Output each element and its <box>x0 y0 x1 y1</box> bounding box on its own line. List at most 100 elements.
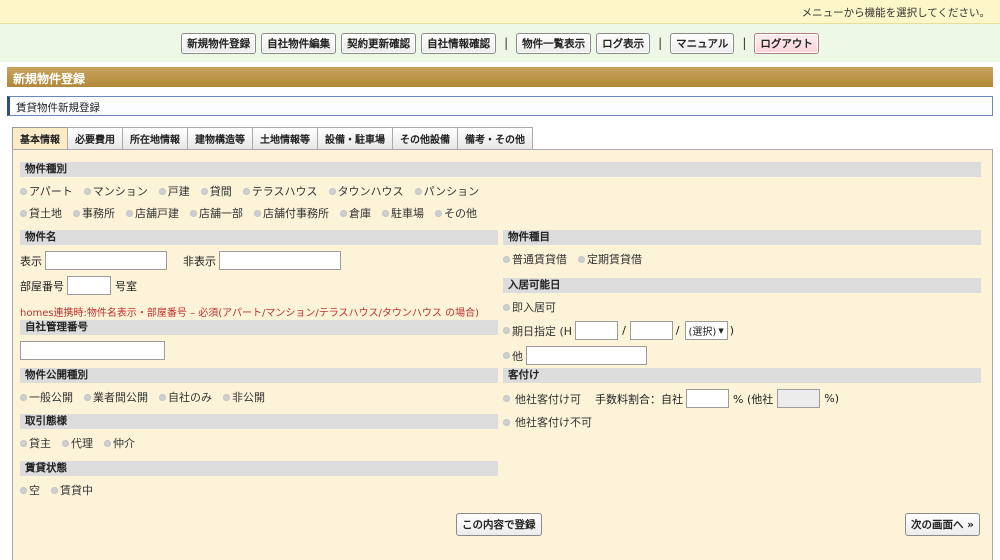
option-label: 業者間公開 <box>93 391 148 404</box>
logout-button[interactable]: ログアウト <box>754 32 819 54</box>
radio-public[interactable]: 一般公開 <box>20 389 73 405</box>
option-label: 事務所 <box>82 207 115 220</box>
date-separator: / <box>675 324 680 337</box>
register-button[interactable]: この内容で登録 <box>456 513 542 536</box>
radio-placement-allowed[interactable]: 他社客付け可 <box>503 391 581 407</box>
hidden-name-label: 非表示 <box>183 254 216 268</box>
tab-bar: 基本情報 必要費用 所在地情報 建物構造等 土地情報等 設備・駐車場 その他設備… <box>12 127 533 150</box>
rental-status-heading: 賃貸状態 <box>20 461 498 476</box>
display-name-label: 表示 <box>20 254 42 268</box>
tab-facilities-parking[interactable]: 設備・駐車場 <box>317 127 393 149</box>
radio-town-house[interactable]: タウンハウス <box>328 183 404 199</box>
radio-room-rental[interactable]: 貸間 <box>200 183 232 199</box>
radio-office[interactable]: 事務所 <box>73 205 115 221</box>
radio-vacant[interactable]: 空 <box>20 482 40 498</box>
move-in-group: 入居可能日 即入居可 期日指定 (H / / (選択) ▼ ) 他 <box>503 278 981 365</box>
hidden-name-input[interactable] <box>219 251 341 270</box>
tab-basic-info[interactable]: 基本情報 <box>12 127 68 150</box>
own-fee-input[interactable] <box>686 389 729 408</box>
radio-land[interactable]: 貸土地 <box>20 205 62 221</box>
radio-broker[interactable]: 仲介 <box>104 435 135 451</box>
property-type-group: 物件種別 アパート マンション 戸建 貸間 テラスハウス タウンハウス パンショ… <box>20 162 981 221</box>
option-label: 定期賃貸借 <box>587 253 642 266</box>
radio-occupied[interactable]: 賃貸中 <box>51 482 93 498</box>
menu-edit-property-button[interactable]: 自社物件編集 <box>261 32 337 54</box>
radio-circle <box>223 393 230 401</box>
radio-pension[interactable]: パンション <box>414 183 479 199</box>
move-in-date-row: 期日指定 (H / / (選択) ▼ ) <box>503 321 981 340</box>
radio-parking[interactable]: 駐車場 <box>382 205 424 221</box>
radio-broker-only[interactable]: 業者間公開 <box>84 389 148 405</box>
radio-mansion[interactable]: マンション <box>83 183 148 199</box>
radio-terrace-house[interactable]: テラスハウス <box>242 183 318 199</box>
fee-label: 手数料割合：自社 <box>595 392 683 406</box>
radio-detached-house[interactable]: 戸建 <box>158 183 190 199</box>
option-label: 他 <box>512 349 523 363</box>
radio-store-detached[interactable]: 店舗戸建 <box>126 205 179 221</box>
display-name-input[interactable] <box>45 251 167 270</box>
radio-immediate[interactable]: 即入居可 <box>503 299 556 315</box>
radio-move-in-other[interactable]: 他 <box>503 348 523 364</box>
transaction-group: 取引態様 貸主 代理 仲介 <box>20 414 498 451</box>
radio-landlord[interactable]: 貸主 <box>20 435 51 451</box>
radio-private[interactable]: 非公開 <box>223 389 265 405</box>
transaction-heading: 取引態様 <box>20 414 498 429</box>
option-label: タウンハウス <box>337 185 404 198</box>
menu-company-info-button[interactable]: 自社情報確認 <box>421 32 497 54</box>
move-in-heading: 入居可能日 <box>503 278 981 293</box>
radio-warehouse[interactable]: 倉庫 <box>340 205 371 221</box>
radio-ordinary-lease[interactable]: 普通賃貸借 <box>503 251 567 267</box>
radio-agent[interactable]: 代理 <box>62 435 93 451</box>
menu-new-property-button[interactable]: 新規物件登録 <box>181 32 257 54</box>
tab-other-facilities[interactable]: その他設備 <box>392 127 458 149</box>
radio-circle <box>104 439 111 447</box>
menu-manual-button[interactable]: マニュアル <box>670 32 735 54</box>
room-number-input[interactable] <box>67 276 111 295</box>
radio-circle <box>20 439 27 447</box>
radio-circle <box>503 395 510 402</box>
radio-circle <box>126 209 133 217</box>
property-name-heading: 物件名 <box>20 230 498 245</box>
management-number-heading: 自社管理番号 <box>20 320 498 335</box>
radio-circle <box>159 393 166 401</box>
option-label: その他 <box>444 207 477 220</box>
radio-apartment[interactable]: アパート <box>20 183 73 199</box>
radio-circle <box>51 486 58 494</box>
radio-store-partial[interactable]: 店舗一部 <box>190 205 243 221</box>
basic-info-panel: 物件種別 アパート マンション 戸建 貸間 テラスハウス タウンハウス パンショ… <box>12 149 993 560</box>
tab-required-costs[interactable]: 必要費用 <box>67 127 123 149</box>
option-label: 非公開 <box>232 391 265 404</box>
tab-location[interactable]: 所在地情報 <box>122 127 188 149</box>
homes-note: homes連携時:物件名表示・部屋番号 – 必須(アパート/マンション/テラスハ… <box>20 308 479 319</box>
radio-store-office[interactable]: 店舗付事務所 <box>254 205 329 221</box>
radio-scheduled[interactable]: 期日指定 (H <box>503 323 572 339</box>
radio-placement-not-allowed[interactable]: 他社客付け不可 <box>503 414 592 430</box>
move-in-timing-select[interactable]: (選択) ▼ <box>684 321 728 340</box>
tab-land-info[interactable]: 土地情報等 <box>252 127 318 149</box>
option-label: 代理 <box>71 437 93 450</box>
option-label: 店舗戸建 <box>135 207 179 220</box>
tab-building-structure[interactable]: 建物構造等 <box>187 127 253 149</box>
radio-circle <box>20 209 27 217</box>
radio-other[interactable]: その他 <box>435 205 477 221</box>
radio-circle <box>84 393 91 401</box>
room-number-label: 部屋番号 <box>20 279 64 293</box>
menu-separator: | <box>504 36 509 50</box>
option-label: 倉庫 <box>349 207 371 220</box>
radio-fixed-term-lease[interactable]: 定期賃貸借 <box>578 251 642 267</box>
move-in-other-input[interactable] <box>526 346 647 365</box>
radio-company-only[interactable]: 自社のみ <box>159 389 212 405</box>
menu-log-button[interactable]: ログ表示 <box>596 32 651 54</box>
radio-circle <box>503 327 510 334</box>
radio-circle <box>503 352 510 359</box>
menu-property-list-button[interactable]: 物件一覧表示 <box>516 32 592 54</box>
move-in-month-input[interactable] <box>629 321 673 340</box>
next-screen-button[interactable]: 次の画面へ » <box>905 513 980 536</box>
move-in-year-input[interactable] <box>575 321 619 340</box>
option-label: アパート <box>29 185 73 198</box>
menu-separator: | <box>658 36 663 50</box>
menu-contract-renewal-button[interactable]: 契約更新確認 <box>341 32 417 54</box>
option-label: 他社客付け可 <box>515 392 581 406</box>
tab-remarks[interactable]: 備考・その他 <box>457 127 533 149</box>
management-number-input[interactable] <box>20 341 165 360</box>
